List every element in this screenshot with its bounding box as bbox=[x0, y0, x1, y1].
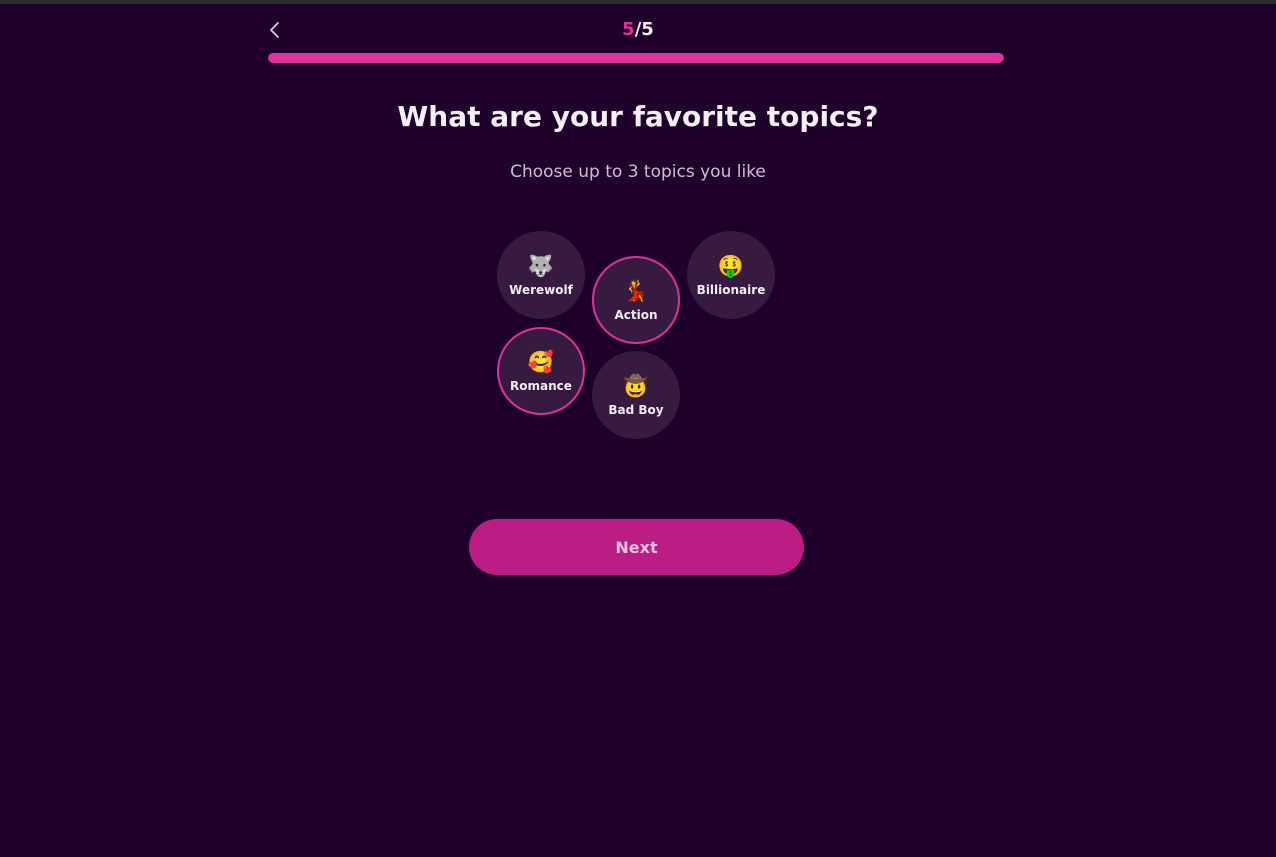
window-top-edge bbox=[0, 0, 1276, 4]
cowboy-face-icon: 🤠 bbox=[622, 373, 650, 398]
next-button[interactable]: Next bbox=[469, 519, 804, 575]
step-total: /5 bbox=[634, 19, 654, 40]
progress-bar bbox=[268, 53, 1004, 63]
step-current: 5 bbox=[622, 19, 635, 40]
topic-label: Bad Boy bbox=[608, 402, 664, 417]
wolf-icon: 🐺 bbox=[527, 253, 555, 278]
dancer-icon: 💃 bbox=[622, 278, 650, 303]
topic-label: Billionaire bbox=[696, 282, 766, 297]
step-indicator: 5/5 bbox=[0, 19, 1276, 40]
topic-action[interactable]: 💃 Action bbox=[592, 256, 680, 344]
topic-label: Action bbox=[614, 307, 658, 322]
page-subtitle: Choose up to 3 topics you like bbox=[510, 162, 766, 182]
topic-werewolf[interactable]: 🐺 Werewolf bbox=[497, 231, 585, 319]
money-mouth-face-icon: 🤑 bbox=[717, 253, 745, 278]
page-title: What are your favorite topics? bbox=[397, 100, 879, 133]
topic-billionaire[interactable]: 🤑 Billionaire bbox=[687, 231, 775, 319]
topic-label: Romance bbox=[510, 378, 572, 393]
progress-fill bbox=[268, 53, 1004, 63]
topic-romance[interactable]: 🥰 Romance bbox=[497, 327, 585, 415]
smiling-face-with-hearts-icon: 🥰 bbox=[527, 349, 555, 374]
topic-label: Werewolf bbox=[509, 282, 573, 297]
topic-bad-boy[interactable]: 🤠 Bad Boy bbox=[592, 351, 680, 439]
